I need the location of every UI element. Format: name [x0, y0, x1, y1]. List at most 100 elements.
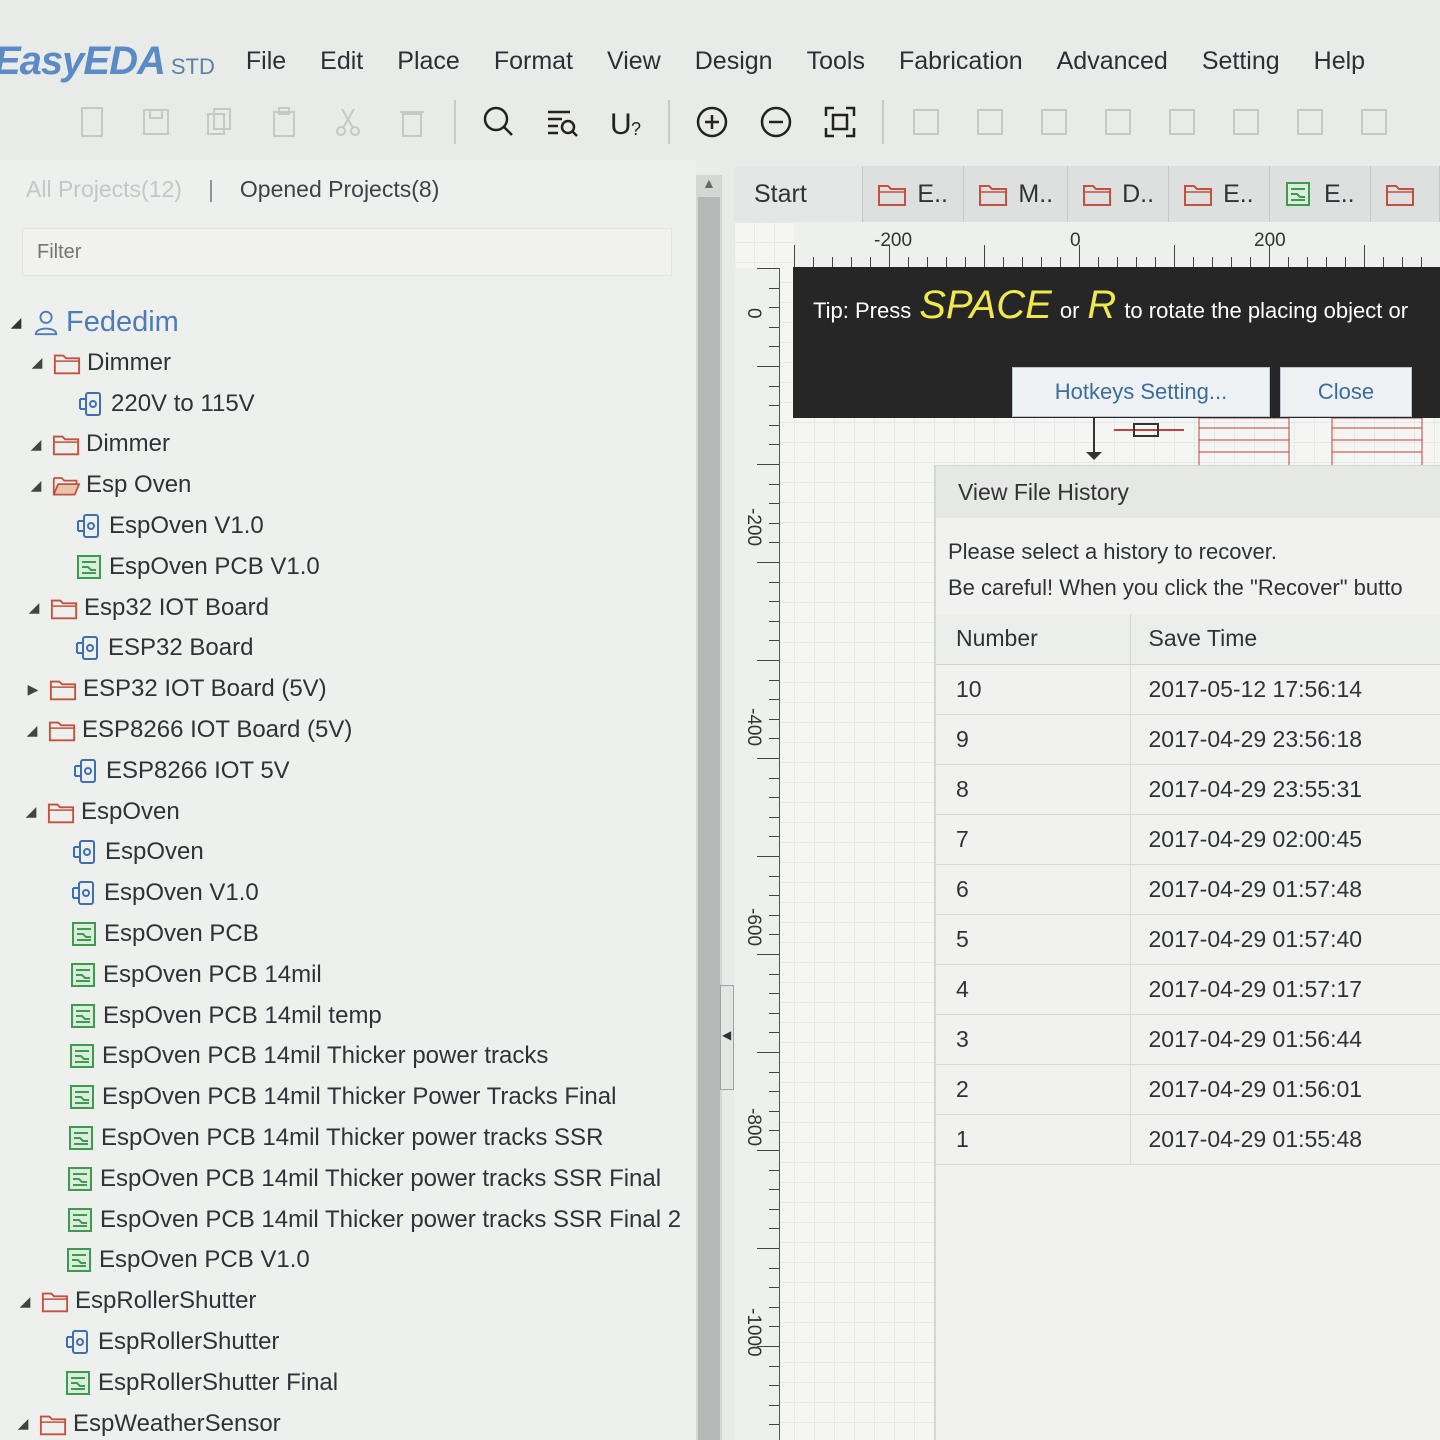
menu-edit[interactable]: Edit: [320, 47, 363, 76]
tree-item[interactable]: EspOven: [47, 832, 204, 872]
menu-format[interactable]: Format: [494, 47, 573, 76]
search-icon[interactable]: [474, 98, 522, 146]
history-row[interactable]: 1 2017-04-29 01:55:48: [936, 1114, 1440, 1165]
fit-view-icon[interactable]: [816, 98, 864, 146]
history-row[interactable]: 10 2017-05-12 17:56:14: [936, 664, 1440, 715]
tree-item[interactable]: EspOven PCB 14mil Thicker power tracks S…: [43, 1118, 603, 1158]
dialog-title[interactable]: View File History: [936, 466, 1440, 518]
scroll-up-icon[interactable]: ▲: [702, 175, 716, 191]
tree-item[interactable]: ESP32 Board: [50, 628, 253, 668]
collapse-caret-icon[interactable]: ◢: [28, 436, 44, 453]
history-row[interactable]: 6 2017-04-29 01:57:48: [936, 864, 1440, 915]
disabled-tool-icon[interactable]: [1286, 98, 1334, 146]
collapse-caret-icon[interactable]: ◢: [17, 1293, 33, 1310]
menu-place[interactable]: Place: [397, 47, 460, 76]
tab-document[interactable]: D..: [1068, 166, 1170, 222]
tree-item[interactable]: ◢ ESP8266 IOT Board (5V): [24, 710, 353, 750]
history-row[interactable]: 4 2017-04-29 01:57:17: [936, 964, 1440, 1015]
menu-advanced[interactable]: Advanced: [1057, 47, 1168, 76]
zoom-in-icon[interactable]: [688, 98, 736, 146]
tab-all-projects[interactable]: All Projects(12): [26, 176, 182, 203]
project-panel-scrollbar[interactable]: ▲: [696, 175, 722, 1440]
collapse-caret-icon[interactable]: ◢: [24, 722, 40, 739]
history-row[interactable]: 5 2017-04-29 01:57:40: [936, 914, 1440, 965]
zoom-out-icon[interactable]: [752, 98, 800, 146]
history-row[interactable]: 7 2017-04-29 02:00:45: [936, 814, 1440, 865]
tree-item[interactable]: ◢ Esp Oven: [28, 465, 192, 505]
design-canvas[interactable]: -200 0 200 0 -200 -400 -600 -800 -1000 Tip: Pre…: [734, 222, 1440, 1440]
tree-item[interactable]: EspOven PCB V1.0: [51, 547, 320, 587]
history-row[interactable]: 3 2017-04-29 01:56:44: [936, 1014, 1440, 1065]
tree-item[interactable]: EspOven PCB 14mil Thicker power tracks S…: [42, 1159, 661, 1199]
disabled-tool-icon[interactable]: [902, 98, 950, 146]
tab-document[interactable]: M..: [964, 166, 1069, 222]
collapse-caret-icon[interactable]: ◢: [15, 1415, 31, 1432]
tree-item[interactable]: EspOven PCB 14mil Thicker power tracks S…: [42, 1200, 681, 1240]
u-question-icon[interactable]: U?: [602, 98, 650, 146]
find-list-icon[interactable]: [538, 98, 586, 146]
delete-icon[interactable]: [388, 98, 436, 146]
column-save-time[interactable]: Save Time: [1130, 614, 1440, 665]
tree-item[interactable]: ▶ ESP32 IOT Board (5V): [25, 669, 327, 709]
collapse-caret-icon[interactable]: ◢: [29, 354, 45, 371]
history-row[interactable]: 2 2017-04-29 01:56:01: [936, 1064, 1440, 1115]
filter-input[interactable]: [22, 228, 672, 276]
tree-item[interactable]: EspRollerShutter: [40, 1322, 279, 1362]
disabled-tool-icon[interactable]: [1222, 98, 1270, 146]
tree-item[interactable]: ◢ Dimmer: [29, 343, 171, 383]
copy-icon[interactable]: [196, 98, 244, 146]
tree-item[interactable]: ◢ EspOven: [23, 792, 180, 832]
disabled-tool-icon[interactable]: [1030, 98, 1078, 146]
hotkeys-setting-button[interactable]: Hotkeys Setting...: [1012, 367, 1270, 417]
save-icon[interactable]: [132, 98, 180, 146]
tree-item[interactable]: EspOven PCB 14mil Thicker Power Tracks F…: [44, 1077, 616, 1117]
disabled-tool-icon[interactable]: [966, 98, 1014, 146]
scrollbar-thumb[interactable]: [698, 197, 720, 1440]
tree-item[interactable]: ESP8266 IOT 5V: [48, 751, 290, 791]
tree-item[interactable]: EspOven PCB 14mil: [45, 955, 322, 995]
tab-document[interactable]: [1371, 166, 1440, 222]
tree-item[interactable]: EspOven PCB 14mil temp: [45, 996, 382, 1036]
tab-document[interactable]: E..: [863, 166, 965, 222]
tree-item[interactable]: EspRollerShutter Final: [40, 1363, 338, 1403]
panel-collapse-handle[interactable]: ◀: [720, 985, 734, 1090]
tree-item[interactable]: ◢ Dimmer: [28, 424, 170, 464]
tree-item[interactable]: EspOven V1.0: [51, 506, 264, 546]
tree-item[interactable]: EspOven PCB V1.0: [41, 1240, 310, 1280]
tab-document[interactable]: E..: [1270, 166, 1371, 222]
tab-opened-projects[interactable]: Opened Projects(8): [240, 176, 439, 203]
tree-item[interactable]: ◢ EspWeatherSensor: [15, 1404, 281, 1440]
column-number[interactable]: Number: [936, 614, 1131, 665]
history-row[interactable]: 8 2017-04-29 23:55:31: [936, 764, 1440, 815]
menu-setting[interactable]: Setting: [1202, 47, 1280, 76]
collapse-caret-icon[interactable]: ◢: [28, 477, 44, 494]
paste-icon[interactable]: [260, 98, 308, 146]
disabled-tool-icon[interactable]: [1094, 98, 1142, 146]
tree-item[interactable]: ◢ Fededim: [8, 302, 179, 342]
menu-file[interactable]: File: [246, 47, 286, 76]
collapse-caret-icon[interactable]: ◢: [8, 314, 24, 331]
tab-start[interactable]: Start: [734, 166, 864, 222]
menu-view[interactable]: View: [607, 47, 661, 76]
collapse-caret-icon[interactable]: ◢: [23, 803, 39, 820]
new-icon[interactable]: [68, 98, 116, 146]
collapse-caret-icon[interactable]: ◢: [26, 599, 42, 616]
menu-design[interactable]: Design: [695, 47, 773, 76]
disabled-tool-icon[interactable]: [1350, 98, 1398, 146]
tree-item[interactable]: ◢ Esp32 IOT Board: [26, 588, 269, 628]
menu-help[interactable]: Help: [1314, 47, 1365, 76]
menu-fabrication[interactable]: Fabrication: [899, 47, 1023, 76]
expand-caret-icon[interactable]: ▶: [25, 681, 41, 698]
tree-item[interactable]: ◢ EspRollerShutter: [17, 1281, 257, 1321]
cut-icon[interactable]: [324, 98, 372, 146]
ruler-tick: [769, 1365, 779, 1367]
tab-document[interactable]: E..: [1169, 166, 1271, 222]
history-row[interactable]: 9 2017-04-29 23:56:18: [936, 714, 1440, 765]
disabled-tool-icon[interactable]: [1158, 98, 1206, 146]
tree-item[interactable]: EspOven PCB: [46, 914, 259, 954]
tree-item[interactable]: 220V to 115V: [53, 384, 255, 424]
menu-tools[interactable]: Tools: [807, 47, 865, 76]
tree-item[interactable]: EspOven V1.0: [46, 873, 259, 913]
tree-item[interactable]: EspOven PCB 14mil Thicker power tracks: [44, 1036, 548, 1076]
close-button[interactable]: Close: [1280, 367, 1412, 417]
